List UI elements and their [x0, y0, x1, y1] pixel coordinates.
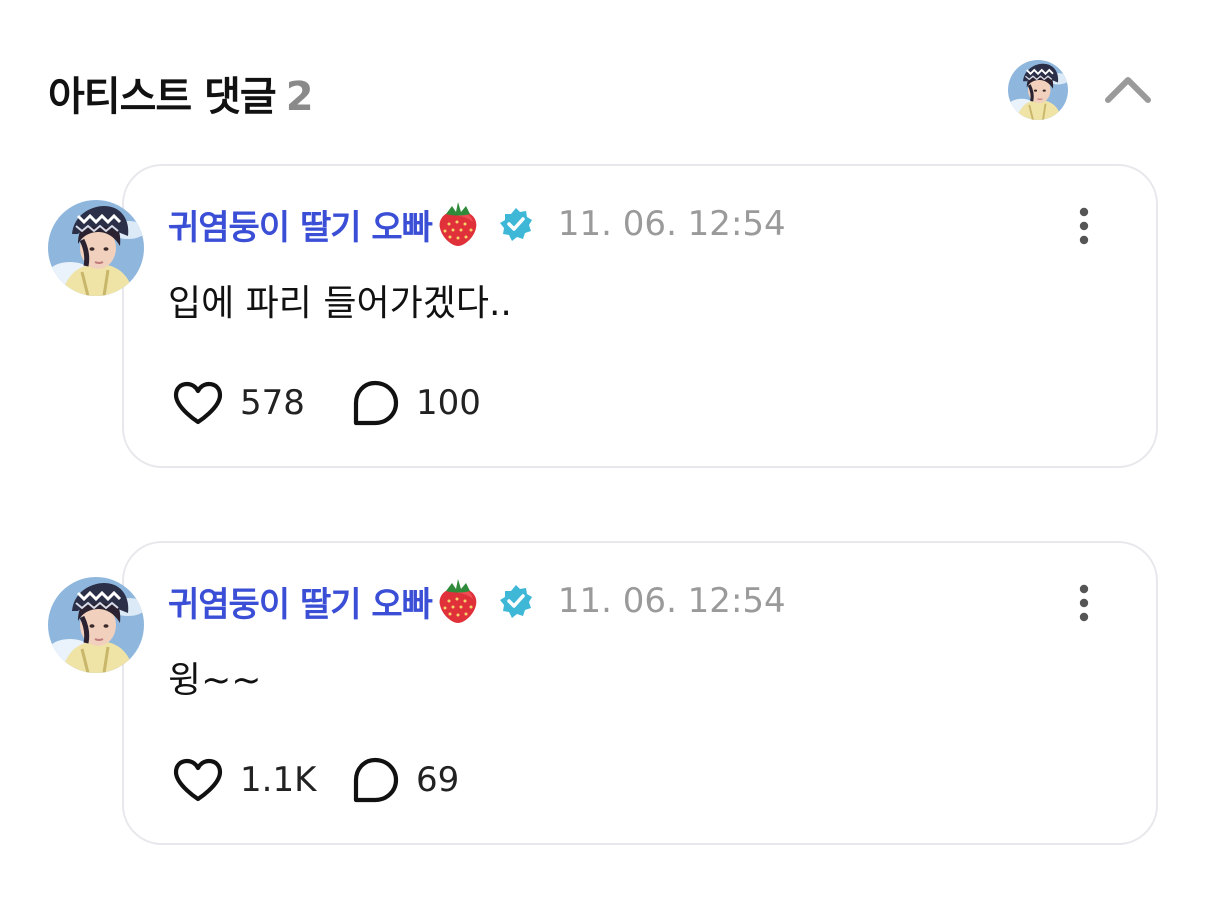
verified-badge-icon — [499, 585, 532, 618]
artist-comments-header: 아티스트 댓글 2 — [48, 60, 1158, 120]
comment-timestamp: 11. 06. 12:54 — [557, 204, 786, 244]
comment-count: 2 — [285, 74, 314, 120]
more-vertical-icon[interactable] — [1072, 583, 1096, 623]
comment-actions: 1.1K 69 — [172, 755, 459, 805]
author-name[interactable]: 귀염둥이 딸기 오빠 — [168, 577, 433, 626]
artist-comment: 귀염둥이 딸기 오빠 11. 06. 12:54 입에 파리 들어가겠다.. 5… — [48, 164, 1158, 468]
section-title: 아티스트 댓글 2 — [48, 64, 314, 122]
speech-bubble-icon[interactable] — [350, 379, 400, 427]
comment-text: 입에 파리 들어가겠다.. — [168, 283, 512, 324]
comment-timestamp: 11. 06. 12:54 — [557, 581, 786, 621]
comment-actions: 578 100 — [172, 378, 481, 428]
comment-meta: 귀염둥이 딸기 오빠 11. 06. 12:54 — [168, 198, 786, 250]
speech-bubble-icon[interactable] — [350, 756, 400, 804]
chevron-up-icon[interactable] — [1098, 64, 1158, 116]
comment-text: 윙~~ — [168, 660, 262, 701]
reply-count: 100 — [416, 383, 481, 423]
artist-avatar[interactable] — [1008, 60, 1068, 120]
avatar[interactable] — [48, 577, 144, 673]
verified-badge-icon — [499, 208, 532, 241]
artist-comment: 귀염둥이 딸기 오빠 11. 06. 12:54 윙~~ 1.1K 69 — [48, 541, 1158, 845]
avatar[interactable] — [48, 200, 144, 296]
more-vertical-icon[interactable] — [1072, 206, 1096, 246]
comment-meta: 귀염둥이 딸기 오빠 11. 06. 12:54 — [168, 575, 786, 627]
heart-icon[interactable] — [172, 757, 224, 803]
like-count: 1.1K — [240, 760, 317, 800]
reply-count: 69 — [416, 760, 460, 800]
like-count: 578 — [240, 383, 305, 423]
strawberry-icon — [439, 202, 477, 246]
author-name[interactable]: 귀염둥이 딸기 오빠 — [168, 200, 433, 249]
strawberry-icon — [439, 579, 477, 623]
section-title-text: 아티스트 댓글 — [48, 74, 277, 120]
heart-icon[interactable] — [172, 380, 224, 426]
